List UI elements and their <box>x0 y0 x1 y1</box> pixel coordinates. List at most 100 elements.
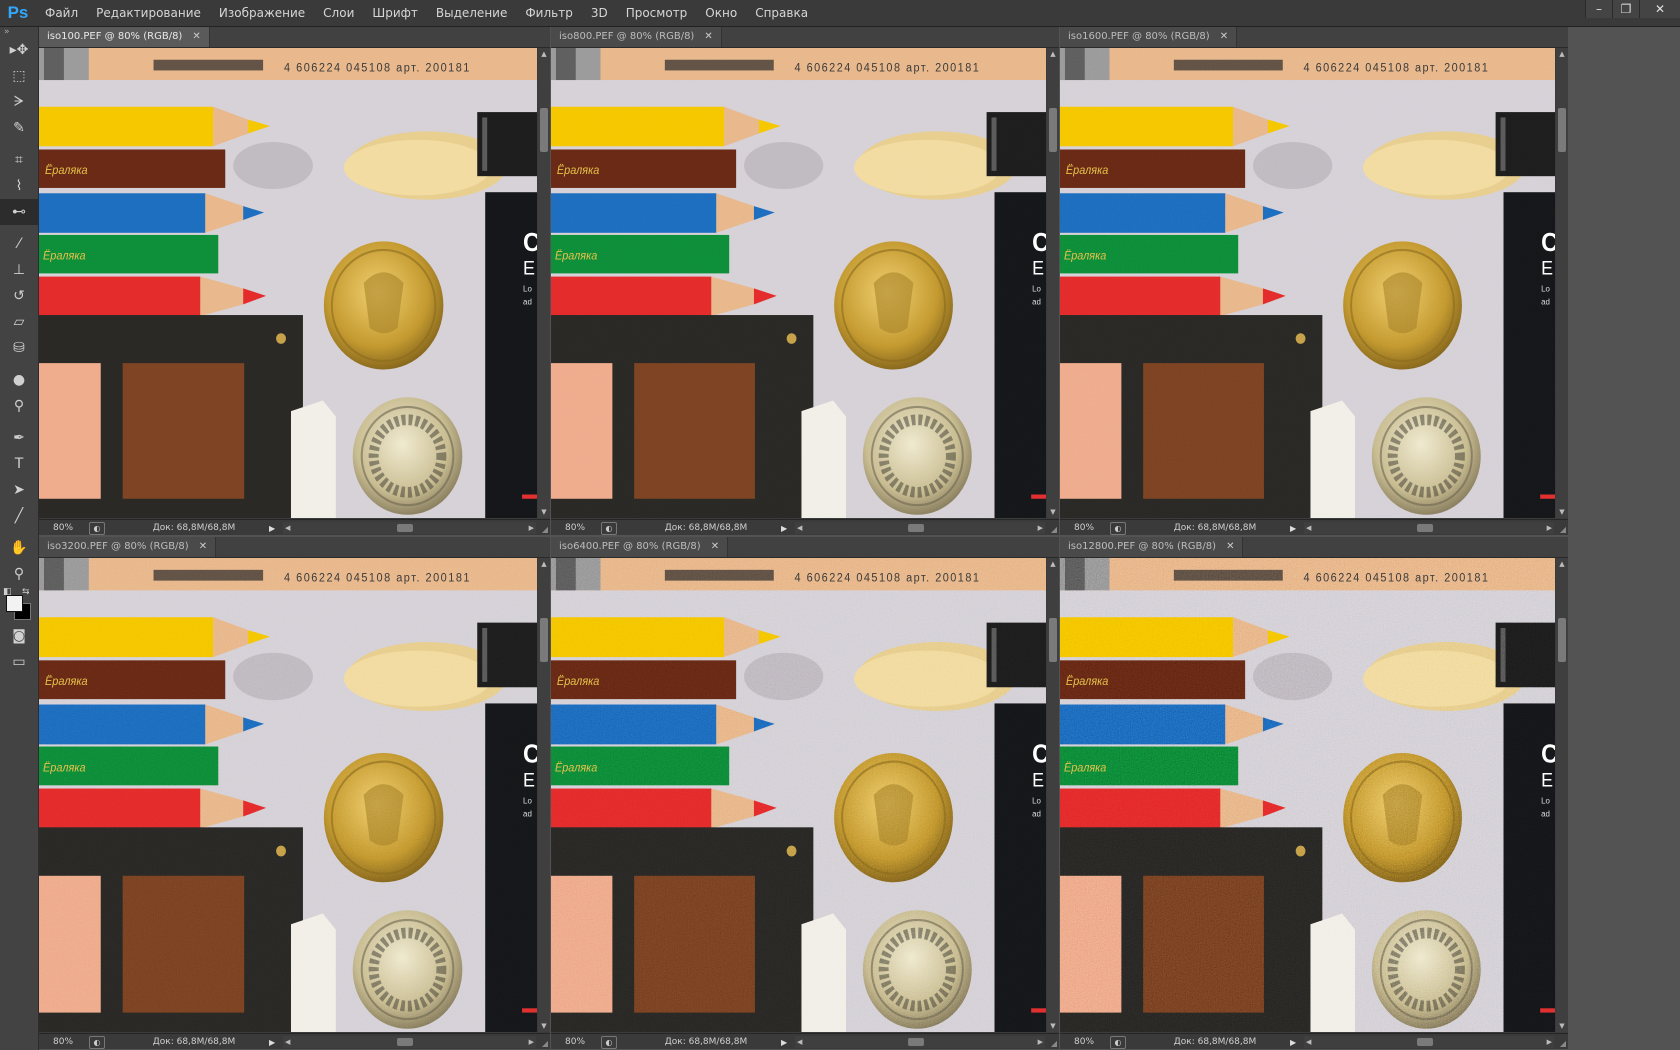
document-canvas[interactable]: 4 606224 045108 арт. 200181 Ёраляка Ёрал… <box>1060 48 1555 518</box>
menu-item-0[interactable]: Файл <box>36 0 87 26</box>
menu-item-9[interactable]: Окно <box>696 0 746 26</box>
path-selection-tool[interactable]: ➤ <box>0 477 38 503</box>
menu-item-5[interactable]: Выделение <box>427 0 516 26</box>
horizontal-scroll-thumb[interactable] <box>907 524 924 532</box>
menu-item-7[interactable]: 3D <box>582 0 617 26</box>
hand-tool[interactable]: ✋ <box>0 535 38 561</box>
eraser-tool[interactable]: ▱ <box>0 309 38 335</box>
move-tool[interactable]: ▸✥ <box>0 37 38 63</box>
status-info-icon[interactable]: ◐ <box>601 1035 617 1049</box>
document-canvas[interactable]: 4 606224 045108 арт. 200181 Ёраляка Ёрал… <box>1060 558 1555 1032</box>
vertical-scrollbar[interactable]: ▲ ▼ <box>538 558 550 1032</box>
scroll-right-icon[interactable]: ▶ <box>1547 522 1552 534</box>
status-menu-arrow-icon[interactable]: ▶ <box>781 1038 795 1047</box>
marquee-tool[interactable]: ⬚ <box>0 63 38 89</box>
swap-colors-icon[interactable]: ⇆ <box>22 587 30 597</box>
vertical-scrollbar[interactable]: ▲ ▼ <box>1047 558 1059 1032</box>
horizontal-scrollbar[interactable]: ◀ ▶ <box>795 522 1045 534</box>
menu-item-6[interactable]: Фильтр <box>516 0 581 26</box>
scroll-up-icon[interactable]: ▲ <box>538 48 550 60</box>
status-info-icon[interactable]: ◐ <box>89 1035 105 1049</box>
tab-close-icon[interactable]: ✕ <box>1220 27 1228 47</box>
vertical-scroll-thumb[interactable] <box>1558 108 1566 152</box>
resize-grip-icon[interactable]: ◢ <box>1560 525 1566 534</box>
document-canvas[interactable]: 4 606224 045108 арт. 200181 Ёраляка Ёрал… <box>551 558 1046 1032</box>
tab-close-icon[interactable]: ✕ <box>711 537 719 557</box>
restore-button[interactable]: ❐ <box>1612 0 1639 18</box>
zoom-tool[interactable]: ⚲ <box>0 561 38 587</box>
vertical-scrollbar[interactable]: ▲ ▼ <box>1556 48 1568 518</box>
crop-tool[interactable]: ⌗ <box>0 147 38 173</box>
eyedropper-tool[interactable]: ⌇ <box>0 173 38 199</box>
scroll-left-icon[interactable]: ◀ <box>285 1036 290 1048</box>
scroll-up-icon[interactable]: ▲ <box>538 558 550 570</box>
scroll-left-icon[interactable]: ◀ <box>1306 522 1311 534</box>
vertical-scrollbar[interactable]: ▲ ▼ <box>1047 48 1059 518</box>
horizontal-scrollbar[interactable]: ◀ ▶ <box>1304 1036 1554 1048</box>
scroll-down-icon[interactable]: ▼ <box>1556 506 1568 518</box>
vertical-scrollbar[interactable]: ▲ ▼ <box>1556 558 1568 1032</box>
resize-grip-icon[interactable]: ◢ <box>542 1039 548 1048</box>
status-menu-arrow-icon[interactable]: ▶ <box>1290 1038 1304 1047</box>
status-info-icon[interactable]: ◐ <box>601 521 617 535</box>
scroll-left-icon[interactable]: ◀ <box>797 1036 802 1048</box>
status-menu-arrow-icon[interactable]: ▶ <box>269 524 283 533</box>
history-brush-tool[interactable]: ↺ <box>0 283 38 309</box>
horizontal-scroll-thumb[interactable] <box>396 524 413 532</box>
horizontal-scrollbar[interactable]: ◀ ▶ <box>795 1036 1045 1048</box>
close-button[interactable]: ✕ <box>1639 0 1680 18</box>
healing-tool[interactable]: ⊷ <box>0 199 38 225</box>
zoom-field[interactable]: 80% <box>39 523 89 533</box>
scroll-up-icon[interactable]: ▲ <box>1556 48 1568 60</box>
vertical-scroll-thumb[interactable] <box>1049 108 1057 152</box>
vertical-scroll-thumb[interactable] <box>540 108 548 152</box>
scroll-up-icon[interactable]: ▲ <box>1556 558 1568 570</box>
screen-mode-button[interactable]: ▭ <box>0 649 38 675</box>
scroll-right-icon[interactable]: ▶ <box>1038 522 1043 534</box>
vertical-scrollbar[interactable]: ▲ ▼ <box>538 48 550 518</box>
scroll-left-icon[interactable]: ◀ <box>285 522 290 534</box>
clone-stamp-tool[interactable]: ⊥ <box>0 257 38 283</box>
document-tab[interactable]: iso1600.PEF @ 80% (RGB/8) ✕ <box>1060 27 1238 47</box>
resize-grip-icon[interactable]: ◢ <box>1051 525 1057 534</box>
menu-item-8[interactable]: Просмотр <box>617 0 697 26</box>
quick-mask-button[interactable]: ◙ <box>0 623 38 649</box>
tab-close-icon[interactable]: ✕ <box>704 27 712 47</box>
minimize-button[interactable]: – <box>1585 0 1612 18</box>
horizontal-scroll-thumb[interactable] <box>1416 1038 1433 1046</box>
foreground-color-swatch[interactable] <box>6 595 23 612</box>
document-tab[interactable]: iso6400.PEF @ 80% (RGB/8) ✕ <box>551 537 729 557</box>
vertical-scroll-thumb[interactable] <box>540 618 548 662</box>
document-canvas[interactable]: 4 606224 045108 арт. 200181 Ёраляка Ёрал… <box>551 48 1046 518</box>
scroll-down-icon[interactable]: ▼ <box>1556 1020 1568 1032</box>
scroll-right-icon[interactable]: ▶ <box>1547 1036 1552 1048</box>
status-menu-arrow-icon[interactable]: ▶ <box>269 1038 283 1047</box>
scroll-up-icon[interactable]: ▲ <box>1047 48 1059 60</box>
scroll-down-icon[interactable]: ▼ <box>1047 1020 1059 1032</box>
type-tool[interactable]: T <box>0 451 38 477</box>
scroll-down-icon[interactable]: ▼ <box>538 1020 550 1032</box>
document-tab[interactable]: iso3200.PEF @ 80% (RGB/8) ✕ <box>39 537 217 557</box>
blur-tool[interactable]: ● <box>0 367 38 393</box>
menu-item-2[interactable]: Изображение <box>210 0 314 26</box>
menu-item-4[interactable]: Шрифт <box>363 0 427 26</box>
horizontal-scrollbar[interactable]: ◀ ▶ <box>1304 522 1554 534</box>
zoom-field[interactable]: 80% <box>1060 523 1110 533</box>
horizontal-scroll-thumb[interactable] <box>396 1038 413 1046</box>
lasso-tool[interactable]: ᗒ <box>0 89 38 115</box>
document-tab[interactable]: iso100.PEF @ 80% (RGB/8) ✕ <box>39 27 210 47</box>
panel-grip-icon[interactable]: » <box>0 27 38 37</box>
document-tab[interactable]: iso12800.PEF @ 80% (RGB/8) ✕ <box>1060 537 1244 557</box>
paint-bucket-tool[interactable]: ⛁ <box>0 335 38 361</box>
menu-item-3[interactable]: Слои <box>314 0 363 26</box>
scroll-right-icon[interactable]: ▶ <box>529 522 534 534</box>
tab-close-icon[interactable]: ✕ <box>199 537 207 557</box>
menu-item-10[interactable]: Справка <box>746 0 817 26</box>
scroll-up-icon[interactable]: ▲ <box>1047 558 1059 570</box>
vertical-scroll-thumb[interactable] <box>1558 618 1566 662</box>
menu-item-1[interactable]: Редактирование <box>87 0 210 26</box>
tab-close-icon[interactable]: ✕ <box>192 27 200 47</box>
line-tool[interactable]: ╱ <box>0 503 38 529</box>
horizontal-scrollbar[interactable]: ◀ ▶ <box>283 522 536 534</box>
scroll-right-icon[interactable]: ▶ <box>529 1036 534 1048</box>
